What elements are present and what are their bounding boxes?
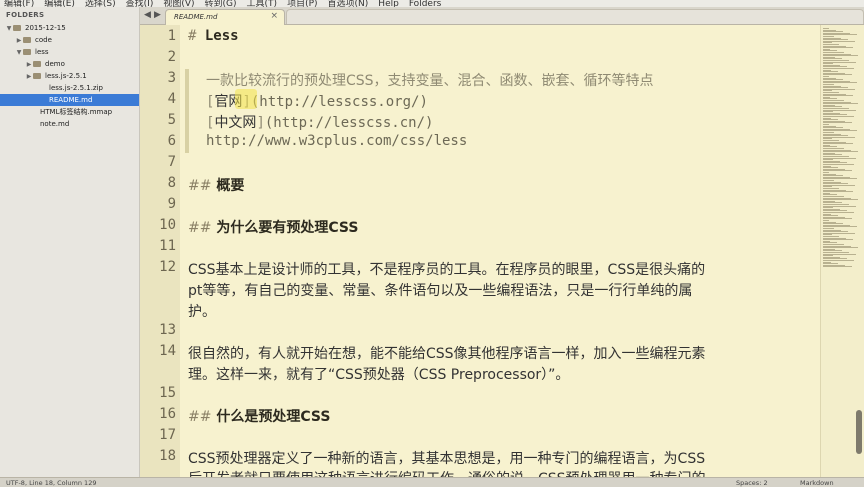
- chevron-right-icon[interactable]: ▶: [25, 61, 33, 68]
- line-number: 6: [167, 133, 176, 149]
- folder-label: demo: [45, 60, 65, 68]
- folder-icon: [23, 49, 31, 55]
- back-arrow-icon[interactable]: ◀: [143, 9, 152, 21]
- menu-item[interactable]: 编辑(E): [44, 0, 75, 7]
- menu-item[interactable]: Folders: [409, 0, 442, 7]
- file-note[interactable]: note.md: [0, 118, 139, 130]
- menu-item[interactable]: 查找(I): [126, 0, 154, 7]
- close-icon[interactable]: ×: [270, 11, 278, 21]
- folder-icon: [33, 73, 41, 79]
- heading-2: ## 概要: [188, 178, 245, 194]
- menu-item[interactable]: 选择(S): [85, 0, 116, 7]
- menu-item[interactable]: 项目(P): [287, 0, 317, 7]
- line-number: 2: [167, 49, 176, 65]
- line-number: 15: [159, 385, 176, 401]
- folder-label: less: [35, 48, 49, 56]
- line-number: 7: [167, 154, 176, 170]
- file-less-js-zip[interactable]: less.js-2.5.1.zip: [0, 82, 139, 94]
- cursor-highlight: [235, 89, 257, 109]
- folder-demo[interactable]: ▶ demo: [0, 58, 139, 70]
- paragraph-text: 护。: [188, 304, 216, 320]
- menu-item[interactable]: 转到(G): [205, 0, 237, 7]
- paragraph-text: pt等等，有自己的变量、常量、条件语句以及一些编程语法，只是一行行单纯的属: [188, 283, 693, 299]
- file-label: note.md: [40, 120, 70, 128]
- folder-label: less.js-2.5.1: [45, 72, 87, 80]
- line-number: 16: [159, 406, 176, 422]
- heading-1: # Less: [188, 28, 239, 44]
- paragraph-text: 很自然的，有人就开始在想，能不能给CSS像其他程序语言一样，加入一些编程元素: [188, 346, 706, 362]
- line-number: 1: [167, 28, 176, 44]
- folder-label: code: [35, 36, 52, 44]
- line-number: 14: [159, 343, 176, 359]
- tab-bar: ◀ ▶ README.md ×: [140, 7, 864, 25]
- heading-2: ## 为什么要有预处理CSS: [188, 220, 359, 236]
- line-number: 11: [159, 238, 176, 254]
- sidebar-header: FOLDERS: [6, 11, 45, 19]
- line-number: 18: [159, 448, 176, 464]
- chevron-down-icon[interactable]: ▼: [5, 25, 13, 32]
- file-html-mmap[interactable]: HTML标签结构.mmap: [0, 106, 139, 118]
- menu-bar: 编辑(F) 编辑(E) 选择(S) 查找(I) 视图(V) 转到(G) 工具(T) 项目(P)…: [0, 0, 864, 7]
- sidebar: FOLDERS ▼ 2015-12-15 ▶ code ▼ less ▶ dem…: [0, 7, 140, 477]
- heading-2: ## 什么是预处理CSS: [188, 409, 331, 425]
- line-number: 10: [159, 217, 176, 233]
- folder-icon: [13, 25, 21, 31]
- line-number: 12: [159, 259, 176, 275]
- folder-code[interactable]: ▶ code: [0, 34, 139, 46]
- empty-tab-area: [286, 9, 864, 24]
- folder-less[interactable]: ▼ less: [0, 46, 139, 58]
- tab-readme[interactable]: README.md ×: [165, 9, 285, 25]
- url-text: http://www.w3cplus.com/css/less: [206, 133, 468, 149]
- line-number: 4: [167, 91, 176, 107]
- blockquote-bar: [185, 69, 189, 153]
- paragraph-text: CSS基本上是设计师的工具，不是程序员的工具。在程序员的眼里，CSS是很头痛的: [188, 262, 706, 278]
- line-number: 8: [167, 175, 176, 191]
- menu-item[interactable]: 编辑(F): [4, 0, 34, 7]
- paragraph-text: 理。这样一来，就有了“CSS预处器（CSS Preprocessor）”。: [188, 367, 570, 383]
- tab-title: README.md: [174, 13, 218, 21]
- menu-item[interactable]: 首选项(N): [328, 0, 369, 7]
- paragraph-text: CSS预处理器定义了一种新的语言，其基本思想是，用一种专门的编程语言，为CSS: [188, 451, 706, 467]
- line-number: 17: [159, 427, 176, 443]
- menu-item[interactable]: 工具(T): [247, 0, 278, 7]
- file-label: README.md: [49, 96, 93, 104]
- file-readme[interactable]: README.md: [0, 94, 139, 106]
- forward-arrow-icon[interactable]: ▶: [153, 9, 162, 21]
- chevron-right-icon[interactable]: ▶: [25, 73, 33, 80]
- chevron-right-icon[interactable]: ▶: [15, 37, 23, 44]
- minimap-line: [823, 266, 852, 268]
- file-label: HTML标签结构.mmap: [40, 108, 113, 116]
- paragraph-text: 后开发者就只要使用这种语言进行编码工作。通俗的说，CSS预处理器用一种专门的: [188, 468, 706, 477]
- link-chinese-site[interactable]: [中文网](http://lesscss.cn/): [206, 112, 433, 132]
- blockquote-text: 一款比较流行的预处理CSS，支持变量、混合、函数、嵌套、循环等特点: [206, 73, 654, 89]
- line-number: 9: [167, 196, 176, 212]
- folder-2015-12-15[interactable]: ▼ 2015-12-15: [0, 22, 139, 34]
- file-label: less.js-2.5.1.zip: [49, 84, 103, 92]
- folder-less-js[interactable]: ▶ less.js-2.5.1: [0, 70, 139, 82]
- folder-label: 2015-12-15: [25, 24, 66, 32]
- scrollbar-thumb[interactable]: [856, 410, 862, 454]
- folder-icon: [23, 37, 31, 43]
- menu-item[interactable]: 视图(V): [163, 0, 194, 7]
- editor[interactable]: 1 # Less 2 3 一款比较流行的预处理CSS，支持变量、混合、函数、嵌套…: [140, 25, 820, 477]
- line-number: 5: [167, 112, 176, 128]
- menu-item[interactable]: Help: [378, 0, 399, 7]
- line-number: 13: [159, 322, 176, 338]
- folder-icon: [33, 61, 41, 67]
- chevron-down-icon[interactable]: ▼: [15, 49, 23, 56]
- line-number: 3: [167, 70, 176, 86]
